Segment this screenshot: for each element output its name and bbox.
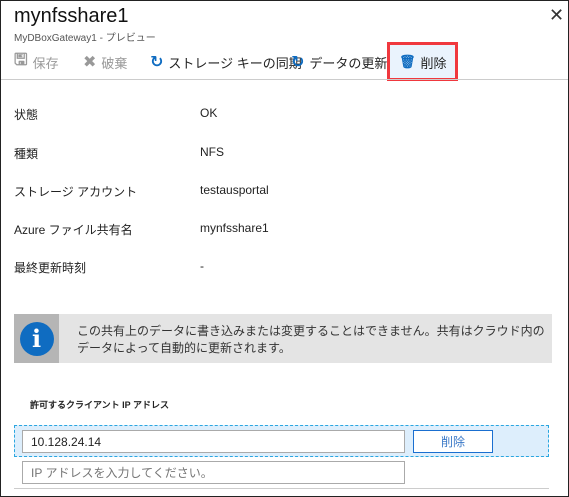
property-value: - <box>200 259 204 273</box>
delete-ip-button[interactable]: 削除 <box>413 430 493 453</box>
info-text: この共有上のデータに書き込みまたは変更することはできません。共有はクラウド内のデ… <box>77 324 545 355</box>
property-value: OK <box>200 106 218 120</box>
save-label: 保存 <box>32 55 59 71</box>
divider <box>1 79 568 80</box>
trash-icon: 🗑 <box>399 54 416 69</box>
discard-label: 破棄 <box>101 55 128 71</box>
property-value: mynfsshare1 <box>200 221 269 235</box>
property-value: testausportal <box>200 183 269 197</box>
property-row: ストレージ アカウント testausportal <box>14 183 269 200</box>
info-icon: i <box>19 321 54 356</box>
sync-keys-label: ストレージ キーの同期 <box>168 55 302 71</box>
divider <box>14 488 549 489</box>
property-row: 最終更新時刻 - <box>14 259 204 276</box>
property-label: 最終更新時刻 <box>14 261 87 275</box>
new-ip-address-input[interactable] <box>22 461 405 484</box>
save-button[interactable]: 🖫 保存 <box>14 47 59 77</box>
refresh-label: データの更新 <box>309 55 388 71</box>
sync-keys-button[interactable]: ↻ ストレージ キーの同期 <box>150 47 302 77</box>
info-banner: i この共有上のデータに書き込みまたは変更することはできません。共有はクラウド内… <box>14 314 552 363</box>
ip-address-input[interactable] <box>22 430 405 453</box>
property-label: 状態 <box>14 108 39 122</box>
page-title: mynfsshare1 <box>14 5 129 27</box>
refresh-icon: ↻ <box>150 54 164 71</box>
property-value: NFS <box>200 145 224 159</box>
save-icon: 🖫 <box>14 51 28 69</box>
close-icon[interactable]: ✕ <box>549 5 564 26</box>
property-label: Azure ファイル共有名 <box>14 223 133 237</box>
page-subtitle: MyDBoxGateway1 - プレビュー <box>14 33 156 44</box>
property-row: 状態 OK <box>14 106 217 123</box>
delete-button[interactable]: 🗑 削除 <box>399 47 447 77</box>
property-row: Azure ファイル共有名 mynfsshare1 <box>14 221 269 238</box>
toolbar: 🖫 保存 ✖ 破棄 ↻ ストレージ キーの同期 ↻ データの更新 🗑 削除 <box>1 47 568 77</box>
property-label: ストレージ アカウント <box>14 185 138 199</box>
delete-label: 削除 <box>420 55 447 71</box>
refresh-data-button[interactable]: ↻ データの更新 <box>291 47 387 77</box>
info-icon-area: i <box>14 314 59 363</box>
property-row: 種類 NFS <box>14 145 224 162</box>
share-blade: mynfsshare1 MyDBoxGateway1 - プレビュー ✕ 🖫 保存… <box>0 0 569 497</box>
refresh-icon: ↻ <box>291 54 305 71</box>
discard-button[interactable]: ✖ 破棄 <box>83 47 127 77</box>
ip-section-label: 許可するクライアント IP アドレス <box>30 400 169 410</box>
property-label: 種類 <box>14 147 39 161</box>
discard-icon: ✖ <box>83 54 97 71</box>
